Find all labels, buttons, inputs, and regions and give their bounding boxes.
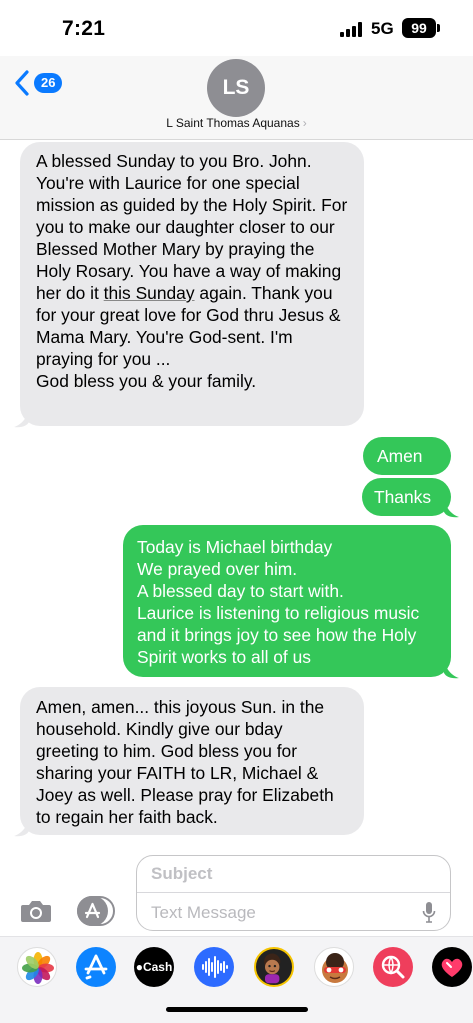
memoji-app[interactable] [254,947,294,987]
memoji-icon [264,953,281,984]
underlined-date-link[interactable]: this Sunday [104,283,195,303]
digital-touch-app[interactable] [432,947,472,987]
message-text: Amen, amen... this joyous Sun. in the ho… [36,697,334,827]
message-input[interactable]: Text Message [137,894,450,931]
avatar[interactable]: LS [207,59,265,117]
message-bubble-outgoing[interactable]: Today is Michael birthday We prayed over… [123,525,451,677]
bubble-tail [444,500,459,518]
message-text: Today is Michael birthday We prayed over… [137,537,420,667]
contact-name[interactable]: L Saint Thomas Aquanas › [0,116,473,130]
app-store-icon [84,954,108,980]
photos-icon [22,952,54,984]
apple-cash-icon: ●Cash [134,947,174,987]
app-store-button-icon[interactable] [77,896,117,926]
bubble-tail [14,819,29,837]
compose-box[interactable]: Subject Text Message [136,855,451,931]
photos-app[interactable] [17,947,57,987]
home-indicator[interactable] [166,1007,308,1012]
back-button[interactable]: 26 [14,70,63,96]
globe-search-icon [381,955,405,979]
app-store-app[interactable] [76,947,116,987]
network-type: 5G [371,19,394,38]
apple-logo-icon: ● [135,960,143,974]
battery-level: 99 [411,20,427,36]
subject-field[interactable]: Subject [137,856,450,893]
cash-app[interactable]: ●Cash [134,947,174,987]
heart-icon [441,958,463,977]
message-bubble-outgoing[interactable]: Amen [363,437,451,475]
microphone-icon[interactable] [422,901,436,923]
message-text: Thanks [374,487,432,507]
animoji-icon [322,953,348,983]
conversation-header: 26 LS L Saint Thomas Aquanas › [0,56,473,140]
cellular-signal-icon [340,22,364,37]
battery-icon: 99 [402,18,440,38]
contact-name-label: L Saint Thomas Aquanas [166,116,300,130]
search-images-app[interactable] [373,947,413,987]
cash-label: Cash [142,960,173,974]
animoji-app[interactable] [314,947,354,987]
chevron-right-icon: › [302,116,307,130]
chevron-left-icon [15,70,29,96]
bubble-tail [14,410,29,428]
message-bubble-outgoing[interactable]: Thanks [362,478,451,516]
unread-badge: 26 [34,73,63,93]
camera-icon[interactable] [20,898,52,924]
status-bar: 7:21 5G 99 [0,0,473,56]
message-bubble-incoming[interactable]: Amen, amen... this joyous Sun. in the ho… [20,687,364,835]
waveform-icon [202,956,228,978]
status-time: 7:21 [62,17,106,40]
message-text: A blessed Sunday to you Bro. John. You'r… [36,151,348,391]
bubble-tail [444,661,459,679]
message-text: Amen [377,446,423,466]
audio-message-app[interactable] [194,947,234,987]
message-bubble-incoming[interactable]: A blessed Sunday to you Bro. John. You'r… [20,142,364,426]
